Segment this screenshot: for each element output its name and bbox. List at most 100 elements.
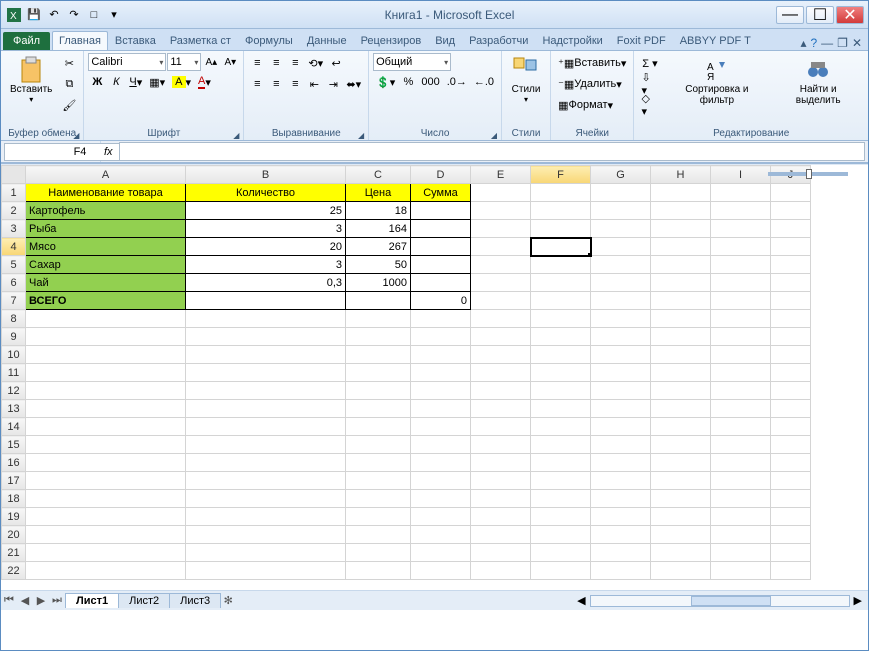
cell-I15[interactable] xyxy=(711,436,771,454)
tab-вид[interactable]: Вид xyxy=(428,31,462,50)
cell-C7[interactable] xyxy=(346,292,411,310)
row-header-10[interactable]: 10 xyxy=(2,346,26,364)
cell-J9[interactable] xyxy=(771,328,811,346)
decrease-font-icon[interactable]: A▾ xyxy=(221,54,239,70)
qat-dropdown-icon[interactable]: ▾ xyxy=(105,6,123,24)
cell-G5[interactable] xyxy=(591,256,651,274)
row-header-5[interactable]: 5 xyxy=(2,256,26,274)
row-header-21[interactable]: 21 xyxy=(2,544,26,562)
row-header-20[interactable]: 20 xyxy=(2,526,26,544)
tab-разметка ст[interactable]: Разметка ст xyxy=(163,31,238,50)
cell-H19[interactable] xyxy=(651,508,711,526)
percent-icon[interactable]: % xyxy=(399,72,417,92)
cell-G12[interactable] xyxy=(591,382,651,400)
increase-indent-icon[interactable]: ⇥ xyxy=(324,74,342,94)
cell-I1[interactable] xyxy=(711,184,771,202)
sheet-tab-лист1[interactable]: Лист1 xyxy=(65,593,119,608)
row-header-14[interactable]: 14 xyxy=(2,418,26,436)
fill-icon[interactable]: ⇩ ▾ xyxy=(638,74,661,94)
cell-E15[interactable] xyxy=(471,436,531,454)
cell-D3[interactable] xyxy=(411,220,471,238)
cell-F4[interactable] xyxy=(531,238,591,256)
cell-G1[interactable] xyxy=(591,184,651,202)
cell-I13[interactable] xyxy=(711,400,771,418)
orientation-icon[interactable]: ⟲▾ xyxy=(305,53,326,73)
comma-icon[interactable]: 000 xyxy=(418,72,442,92)
cell-E8[interactable] xyxy=(471,310,531,328)
delete-cells-button[interactable]: ⁻▦ Удалить ▾ xyxy=(555,74,625,94)
cell-A2[interactable]: Картофель xyxy=(26,202,186,220)
cell-I14[interactable] xyxy=(711,418,771,436)
align-center-icon[interactable]: ≡ xyxy=(267,74,285,94)
row-header-1[interactable]: 1 xyxy=(2,184,26,202)
row-header-11[interactable]: 11 xyxy=(2,364,26,382)
font-color-icon[interactable]: A▾ xyxy=(195,72,214,92)
new-icon[interactable]: □ xyxy=(85,6,103,24)
cell-H18[interactable] xyxy=(651,490,711,508)
cell-J19[interactable] xyxy=(771,508,811,526)
cell-A8[interactable] xyxy=(26,310,186,328)
cell-J2[interactable] xyxy=(771,202,811,220)
row-header-12[interactable]: 12 xyxy=(2,382,26,400)
cell-G18[interactable] xyxy=(591,490,651,508)
cell-I22[interactable] xyxy=(711,562,771,580)
cell-I19[interactable] xyxy=(711,508,771,526)
cell-H6[interactable] xyxy=(651,274,711,292)
cell-F22[interactable] xyxy=(531,562,591,580)
cell-D2[interactable] xyxy=(411,202,471,220)
cell-G21[interactable] xyxy=(591,544,651,562)
cell-A14[interactable] xyxy=(26,418,186,436)
cell-G6[interactable] xyxy=(591,274,651,292)
cell-H17[interactable] xyxy=(651,472,711,490)
cell-A11[interactable] xyxy=(26,364,186,382)
cell-C8[interactable] xyxy=(346,310,411,328)
font-name-combo[interactable]: Calibri▾ xyxy=(88,53,166,71)
cell-C13[interactable] xyxy=(346,400,411,418)
cell-G10[interactable] xyxy=(591,346,651,364)
tab-главная[interactable]: Главная xyxy=(52,31,108,50)
cell-C17[interactable] xyxy=(346,472,411,490)
cell-B3[interactable]: 3 xyxy=(186,220,346,238)
cell-D6[interactable] xyxy=(411,274,471,292)
cell-F19[interactable] xyxy=(531,508,591,526)
cell-D22[interactable] xyxy=(411,562,471,580)
workbook-restore-icon[interactable]: ❐ xyxy=(837,36,848,50)
cell-A21[interactable] xyxy=(26,544,186,562)
cell-E1[interactable] xyxy=(471,184,531,202)
cell-C15[interactable] xyxy=(346,436,411,454)
tab-данные[interactable]: Данные xyxy=(300,31,354,50)
minimize-button[interactable]: — xyxy=(776,6,804,24)
cell-C22[interactable] xyxy=(346,562,411,580)
cell-A20[interactable] xyxy=(26,526,186,544)
underline-button[interactable]: Ч▾ xyxy=(126,72,145,92)
cell-A13[interactable] xyxy=(26,400,186,418)
cell-C9[interactable] xyxy=(346,328,411,346)
cell-G8[interactable] xyxy=(591,310,651,328)
cell-I5[interactable] xyxy=(711,256,771,274)
cell-E16[interactable] xyxy=(471,454,531,472)
cell-E2[interactable] xyxy=(471,202,531,220)
cell-C18[interactable] xyxy=(346,490,411,508)
tab-вставка[interactable]: Вставка xyxy=(108,31,163,50)
cell-C10[interactable] xyxy=(346,346,411,364)
tab-file[interactable]: Файл xyxy=(3,32,50,50)
cell-J22[interactable] xyxy=(771,562,811,580)
cell-A9[interactable] xyxy=(26,328,186,346)
sheet-nav-last-icon[interactable]: ⏭ xyxy=(49,594,65,607)
find-select-button[interactable]: Найти и выделить xyxy=(772,53,864,109)
cell-E7[interactable] xyxy=(471,292,531,310)
cell-H12[interactable] xyxy=(651,382,711,400)
cell-A16[interactable] xyxy=(26,454,186,472)
select-all-corner[interactable] xyxy=(2,166,26,184)
cell-D4[interactable] xyxy=(411,238,471,256)
cell-J1[interactable] xyxy=(771,184,811,202)
cell-H15[interactable] xyxy=(651,436,711,454)
decrease-decimal-icon[interactable]: ←.0 xyxy=(471,72,497,92)
cell-F8[interactable] xyxy=(531,310,591,328)
cell-I12[interactable] xyxy=(711,382,771,400)
cell-H14[interactable] xyxy=(651,418,711,436)
cell-J21[interactable] xyxy=(771,544,811,562)
cell-H20[interactable] xyxy=(651,526,711,544)
cell-H22[interactable] xyxy=(651,562,711,580)
cell-E21[interactable] xyxy=(471,544,531,562)
